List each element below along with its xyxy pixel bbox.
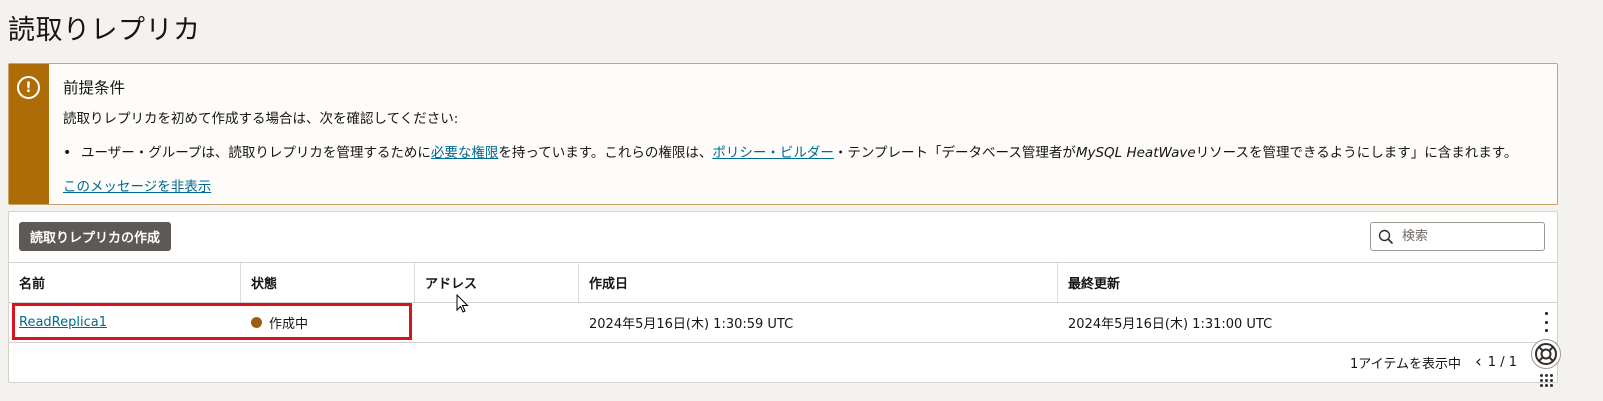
apps-grid-icon[interactable] <box>1540 374 1554 388</box>
previous-page-icon[interactable]: ‹ <box>1475 352 1482 372</box>
bullet-dot: • <box>63 145 72 161</box>
column-header-state[interactable]: 状態 <box>241 263 415 302</box>
cell-state: 作成中 <box>241 302 415 342</box>
prerequisites-notice: ! 前提条件 読取りレプリカを初めて作成する場合は、次を確認してください: • … <box>8 63 1558 205</box>
table-header: 名前 状態 アドレス 作成日 最終更新 <box>9 262 1557 303</box>
replica-name-link[interactable]: ReadReplica1 <box>19 315 107 330</box>
notice-bullet: • ユーザー・グループは、読取りレプリカを管理するために 必要な権限 を持っています… <box>63 141 1517 161</box>
notice-stripe: ! <box>9 64 49 204</box>
table-row: ReadReplica1 作成中 2024年5月16日(木) 1:30:59 U… <box>9 302 1557 343</box>
search-input[interactable] <box>1400 228 1534 245</box>
cell-name: ReadReplica1 <box>9 302 241 342</box>
bullet-text-4: リソースを管理できるようにします」に含まれます。 <box>1195 145 1518 161</box>
cell-created: 2024年5月16日(木) 1:30:59 UTC <box>589 316 794 332</box>
page-title: 読取りレプリカ <box>8 15 201 46</box>
search-box[interactable] <box>1370 222 1545 251</box>
notice-body: 前提条件 読取りレプリカを初めて作成する場合は、次を確認してください: • ユー… <box>49 64 1517 204</box>
bullet-text-1: ユーザー・グループは、読取りレプリカを管理するために <box>81 145 431 161</box>
column-header-created[interactable]: 作成日 <box>579 263 1058 302</box>
page-indicator: 1 / 1 <box>1487 354 1517 370</box>
status-indicator-icon <box>251 316 262 328</box>
mouse-cursor-icon <box>456 294 469 313</box>
read-replica-table-panel: 読取りレプリカの作成 名前 状態 アドレス 作成日 最終更新 ReadRepli… <box>8 211 1558 383</box>
bullet-text-emphasis: MySQL HeatWave <box>1075 145 1196 161</box>
cell-address <box>415 302 579 342</box>
required-permissions-link[interactable]: 必要な権限 <box>431 141 499 161</box>
column-header-address[interactable]: アドレス <box>415 263 579 302</box>
bullet-text-3: ・テンプレート「データベース管理者が <box>833 145 1076 161</box>
cell-updated: 2024年5月16日(木) 1:31:00 UTC <box>1068 316 1273 332</box>
column-header-name[interactable]: 名前 <box>9 263 241 302</box>
row-actions-menu-icon[interactable] <box>1539 312 1553 332</box>
items-shown-text: 1アイテムを表示中 <box>1350 356 1461 372</box>
state-text: 作成中 <box>269 316 309 332</box>
table-footer: 1アイテムを表示中 ‹ 1 / 1 <box>1350 352 1517 372</box>
help-lifebuoy-icon[interactable] <box>1531 339 1561 369</box>
policy-builder-link[interactable]: ポリシー・ビルダー <box>712 141 834 161</box>
notice-title: 前提条件 <box>63 79 126 97</box>
bullet-text-2: を持っています。これらの権限は、 <box>498 145 713 161</box>
hide-message-link[interactable]: このメッセージを非表示 <box>63 179 211 195</box>
column-header-updated[interactable]: 最終更新 <box>1058 263 1557 302</box>
create-read-replica-button[interactable]: 読取りレプリカの作成 <box>19 222 172 251</box>
warning-icon: ! <box>17 76 40 99</box>
search-icon <box>1378 229 1394 244</box>
notice-intro: 読取りレプリカを初めて作成する場合は、次を確認してください: <box>63 111 459 127</box>
